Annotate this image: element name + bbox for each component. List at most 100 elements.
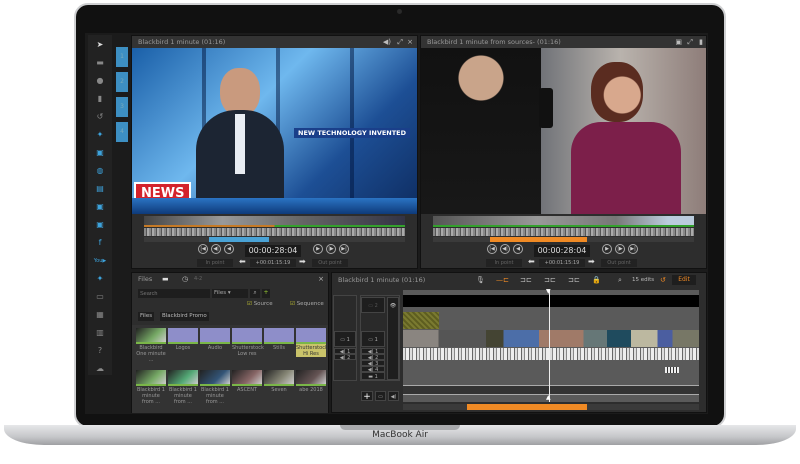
add-video-track-button[interactable]: ▭ bbox=[375, 391, 386, 401]
news-icon[interactable]: ▣ bbox=[93, 201, 107, 213]
text-clip[interactable] bbox=[665, 367, 679, 373]
range-bar[interactable] bbox=[144, 237, 405, 242]
in-out-range[interactable] bbox=[209, 237, 270, 242]
news-icon[interactable]: ▣ bbox=[93, 147, 107, 159]
file-item[interactable]: ASCENT bbox=[232, 370, 262, 393]
play-button[interactable]: ▶ bbox=[313, 244, 323, 254]
folder-item[interactable]: Stills bbox=[264, 328, 294, 351]
timeline-scrollbar[interactable] bbox=[403, 404, 699, 410]
thumb-tab[interactable]: 2 bbox=[116, 72, 128, 92]
breadcrumb-files[interactable]: Files bbox=[138, 312, 155, 321]
video-frame-news[interactable]: NEW TECHNOLOGY INVENTED NEWS bbox=[132, 48, 417, 214]
play-button[interactable]: ▶ bbox=[602, 244, 612, 254]
facebook-icon[interactable]: f bbox=[93, 237, 107, 249]
search-input[interactable] bbox=[138, 289, 210, 298]
history-icon[interactable]: ↺ bbox=[93, 111, 107, 123]
folder-icon[interactable]: ▬ bbox=[93, 57, 107, 69]
expand-icon[interactable]: ⤢ bbox=[687, 36, 693, 48]
add-audio-track-button[interactable]: ◀) bbox=[388, 391, 399, 401]
playhead-top-marker[interactable]: ▼ bbox=[546, 288, 551, 295]
razor-icon[interactable]: —⊏ bbox=[496, 273, 509, 287]
split-icon[interactable]: ⊐⊏ bbox=[568, 273, 580, 287]
next-frame-button[interactable]: |▶ bbox=[615, 244, 625, 254]
prev-frame-button[interactable]: ◀| bbox=[500, 244, 510, 254]
go-start-button[interactable]: |◀ bbox=[198, 244, 208, 254]
text-track-1[interactable]: ▬ 1 bbox=[361, 372, 385, 380]
twitter-icon[interactable]: ✦ bbox=[93, 273, 107, 285]
timecode[interactable]: 00:00:28:04 bbox=[534, 245, 590, 257]
file-item[interactable]: abe 2018 bbox=[296, 370, 326, 393]
file-item[interactable]: Blackbird 1 minute from ... bbox=[168, 370, 198, 405]
arrow-right-icon[interactable]: ➡ bbox=[299, 257, 306, 266]
extract-icon[interactable]: ⊐⊏ bbox=[544, 273, 556, 287]
prev-frame-button[interactable]: ◀| bbox=[211, 244, 221, 254]
visibility-toggles[interactable]: 👁 bbox=[387, 297, 399, 380]
playhead[interactable] bbox=[549, 290, 550, 402]
arrow-left-icon[interactable]: ⬅ bbox=[528, 257, 535, 266]
filter-select[interactable]: Files ▾ bbox=[212, 289, 248, 298]
youtube-icon[interactable]: You▶ bbox=[93, 255, 107, 267]
clock-icon[interactable]: ◷ bbox=[182, 273, 188, 285]
video-track-2[interactable]: ▭ 2 bbox=[361, 297, 385, 313]
in-out-range[interactable] bbox=[490, 237, 587, 242]
news-icon[interactable]: ▣ bbox=[93, 219, 107, 231]
go-start-button[interactable]: |◀ bbox=[487, 244, 497, 254]
play-reverse-button[interactable]: ◀ bbox=[224, 244, 234, 254]
edit-button[interactable]: Edit bbox=[672, 275, 696, 285]
expand-icon[interactable]: ⤢ bbox=[397, 36, 403, 48]
folder-item[interactable]: Logos bbox=[168, 328, 198, 351]
twitter-icon[interactable]: ✦ bbox=[93, 129, 107, 141]
lock-icon[interactable]: 🔒 bbox=[592, 273, 601, 287]
folder-item[interactable]: Audio bbox=[200, 328, 230, 351]
folder-item[interactable]: Shutterstock Hi Res bbox=[296, 328, 328, 357]
go-end-button[interactable]: ▶| bbox=[628, 244, 638, 254]
video-clips[interactable] bbox=[403, 330, 699, 347]
thumb-tab[interactable]: 1 bbox=[116, 47, 128, 67]
go-end-button[interactable]: ▶| bbox=[339, 244, 349, 254]
video-track-1[interactable]: ▭ 1 bbox=[361, 331, 385, 347]
trash-icon[interactable]: ▮ bbox=[93, 93, 107, 105]
playhead-bottom-marker[interactable]: ▲ bbox=[546, 394, 551, 401]
document-icon[interactable]: ▤ bbox=[93, 183, 107, 195]
file-item[interactable]: Blackbird One minute ... bbox=[136, 328, 166, 363]
timeline-tracks[interactable]: ▼ ▲ bbox=[403, 288, 699, 402]
audio-clips[interactable] bbox=[403, 348, 699, 360]
timecode[interactable]: 00:00:28:04 bbox=[245, 245, 301, 257]
lift-icon[interactable]: ⊐⊏ bbox=[520, 273, 532, 287]
overview-track[interactable] bbox=[403, 385, 699, 395]
video-frame-interview[interactable] bbox=[421, 48, 706, 214]
close-icon[interactable]: × bbox=[407, 36, 413, 48]
folder-item[interactable]: Shutterstock Low res bbox=[232, 328, 264, 357]
file-item[interactable]: Blackbird 1 minute from ... bbox=[200, 370, 230, 405]
arrow-right-icon[interactable]: ➡ bbox=[588, 257, 595, 266]
undo-icon[interactable]: ↺ bbox=[660, 273, 666, 287]
folder-icon[interactable]: ▬ bbox=[162, 273, 169, 285]
breadcrumb-folder[interactable]: Blackbird Promo bbox=[160, 312, 209, 321]
in-point-button[interactable]: In point bbox=[197, 259, 233, 267]
keyboard-icon[interactable]: ▭ bbox=[93, 291, 107, 303]
film-icon[interactable]: ▦ bbox=[93, 309, 107, 321]
chart-icon[interactable]: ▥ bbox=[93, 327, 107, 339]
help-icon[interactable]: ? bbox=[93, 345, 107, 357]
source-video-track[interactable]: ▭ 1 bbox=[334, 331, 356, 347]
out-point-button[interactable]: Out point bbox=[312, 259, 348, 267]
title-clip[interactable] bbox=[403, 312, 439, 329]
add-track-button[interactable]: + bbox=[361, 391, 373, 402]
save-icon[interactable]: ▣ bbox=[675, 36, 682, 48]
source-checkbox[interactable]: ☑ Source bbox=[247, 301, 273, 307]
volume-icon[interactable]: ◀) bbox=[383, 36, 391, 48]
close-icon[interactable]: × bbox=[318, 273, 324, 285]
search-icon[interactable]: ⌕ bbox=[250, 289, 260, 298]
upload-icon[interactable]: ● bbox=[93, 75, 107, 87]
filmstrip[interactable] bbox=[144, 216, 405, 225]
cloud-icon[interactable]: ☁ bbox=[93, 363, 107, 375]
zoom-icon[interactable]: ⌕ bbox=[618, 273, 622, 287]
filmstrip[interactable] bbox=[433, 216, 694, 225]
file-item[interactable]: Blackbird 1 minute from ... bbox=[136, 370, 166, 405]
out-point-button[interactable]: Out point bbox=[601, 259, 637, 267]
source-audio-track[interactable]: ◀) 2 bbox=[334, 354, 356, 361]
file-item[interactable]: Seven bbox=[264, 370, 294, 393]
play-reverse-button[interactable]: ◀ bbox=[513, 244, 523, 254]
thumb-tab[interactable]: 4 bbox=[116, 122, 128, 142]
timeline-scroll-thumb[interactable] bbox=[467, 404, 587, 410]
